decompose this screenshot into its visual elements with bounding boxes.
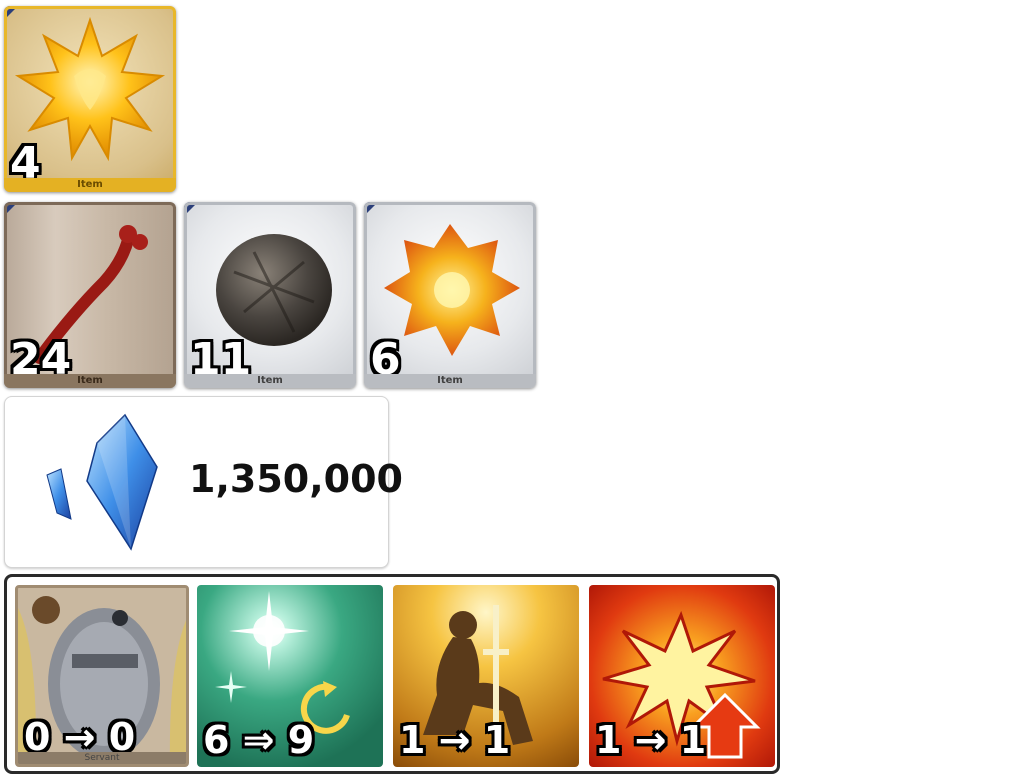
- reward-item-seed[interactable]: 11 Item: [184, 202, 356, 388]
- item-label: Item: [364, 374, 536, 388]
- skill2-tile[interactable]: 1 → 1: [393, 585, 579, 767]
- skill1-tile[interactable]: 6 ⇒ 9: [197, 585, 383, 767]
- reward-item-star[interactable]: 4 Item: [4, 6, 176, 192]
- reward-item-bone[interactable]: 24 Item: [4, 202, 176, 388]
- skill2-level-change: 1 → 1: [399, 718, 511, 762]
- reward-item-feather[interactable]: 6 Item: [364, 202, 536, 388]
- skill3-level-change: 1 → 1: [595, 718, 707, 762]
- servant-label: Servant: [18, 752, 186, 764]
- item-label: Item: [4, 178, 176, 192]
- skill-levelup-panel: 0 → 0 Servant 6 ⇒ 9 1 → 1 1 → 1: [4, 574, 780, 774]
- skill1-level-change: 6 ⇒ 9: [203, 718, 315, 762]
- qp-reward-card[interactable]: 1,350,000: [4, 396, 403, 568]
- item-label: Item: [4, 374, 176, 388]
- qp-amount: 1,350,000: [189, 457, 403, 501]
- blue-crystal-icon: [46, 413, 158, 551]
- np-level-change: 0 → 0: [24, 715, 136, 759]
- servant-portrait-tile[interactable]: 0 → 0 Servant: [15, 585, 189, 767]
- item-label: Item: [184, 374, 356, 388]
- skill3-tile[interactable]: 1 → 1: [589, 585, 775, 767]
